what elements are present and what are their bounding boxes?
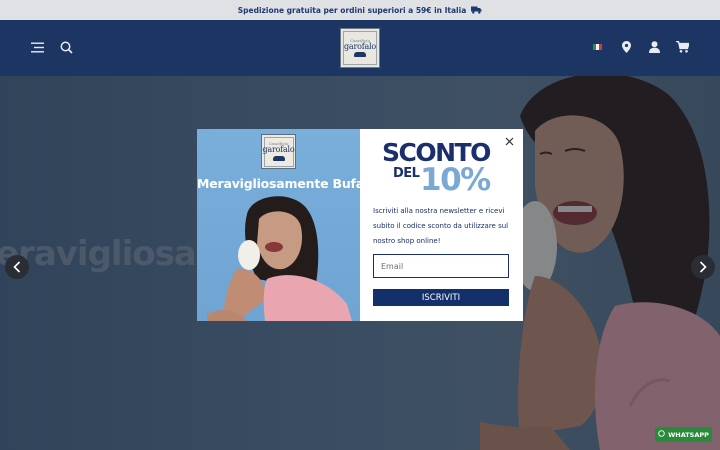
site-logo[interactable]: Caseificio garofalo [340, 28, 380, 68]
popup-title-del: DEL [393, 166, 420, 181]
popup-discount-percent: 10% [420, 162, 491, 198]
logo-text: garofalo [343, 41, 377, 51]
user-icon[interactable] [647, 40, 661, 54]
announcement-text: Spedizione gratuita per ordini superiori… [237, 5, 467, 15]
menu-icon[interactable] [30, 40, 46, 54]
cart-icon[interactable] [674, 40, 690, 54]
italy-flag-icon[interactable] [591, 42, 603, 52]
chevron-left-icon[interactable] [5, 255, 29, 279]
whatsapp-icon [658, 430, 665, 439]
truck-icon [471, 6, 482, 14]
chevron-right-icon[interactable] [691, 255, 715, 279]
buffalo-icon [272, 155, 285, 161]
whatsapp-button[interactable]: WHATSAPP [655, 427, 712, 442]
email-field[interactable] [373, 254, 509, 278]
popup-form-panel: SCONTO DEL 10% Iscriviti alla nostra new… [360, 129, 523, 321]
search-icon[interactable] [58, 39, 74, 55]
newsletter-popup: Caseificio garofalo Meravigliosamente Bu… [197, 129, 523, 321]
subscribe-button[interactable]: ISCRIVITI [373, 289, 509, 306]
buffalo-icon [354, 52, 366, 58]
location-pin-icon[interactable] [619, 40, 633, 54]
popup-description: Iscriviti alla nostra newsletter e ricev… [373, 207, 509, 245]
popup-logo-text: garofalo [262, 145, 295, 155]
popup-headline: Meravigliosamente Bufala [197, 176, 360, 191]
close-icon[interactable] [502, 134, 516, 148]
popup-image-panel: Caseificio garofalo Meravigliosamente Bu… [197, 129, 360, 321]
whatsapp-label: WHATSAPP [668, 430, 709, 439]
announcement-bar: Spedizione gratuita per ordini superiori… [0, 0, 720, 20]
popup-logo: Caseificio garofalo [261, 134, 296, 169]
